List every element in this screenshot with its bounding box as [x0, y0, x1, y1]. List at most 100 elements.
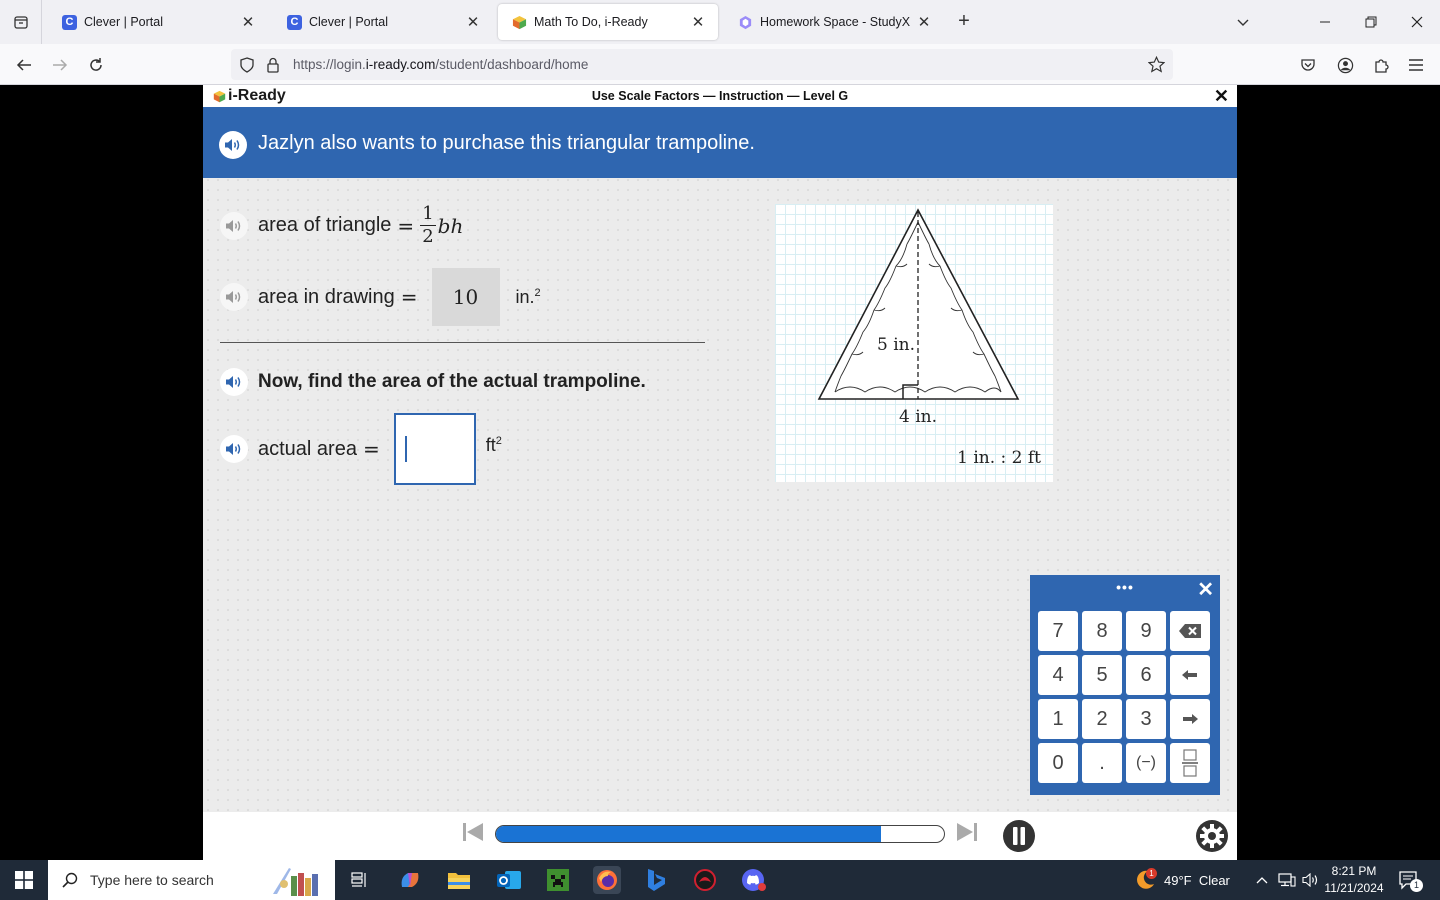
discord-icon [742, 869, 766, 891]
browser-tab-studyx[interactable]: Homework Space - StudyX ✕ [724, 4, 944, 40]
key-6[interactable]: 6 [1126, 655, 1166, 695]
reload-button[interactable] [81, 50, 111, 80]
close-tab-icon[interactable]: ✕ [463, 13, 483, 31]
tab-title: Clever | Portal [309, 15, 388, 29]
skip-back-icon [463, 823, 483, 841]
tray-overflow-button[interactable] [1256, 860, 1268, 900]
taskbar-clock[interactable]: 8:21 PM 11/21/2024 [1318, 863, 1390, 897]
close-window-button[interactable] [1394, 0, 1440, 44]
close-lesson-button[interactable]: ✕ [1214, 85, 1229, 107]
close-tab-icon[interactable]: ✕ [914, 13, 934, 31]
lock-icon[interactable] [266, 57, 280, 73]
browser-tab-clever-1[interactable]: C Clever | Portal ✕ [48, 4, 268, 40]
bing-button[interactable] [642, 866, 670, 894]
key-right[interactable] [1170, 699, 1210, 739]
fraction-icon [1182, 749, 1198, 777]
account-button[interactable] [1330, 50, 1360, 80]
discord-button[interactable] [740, 866, 768, 894]
key-3[interactable]: 3 [1126, 699, 1166, 739]
restore-icon [1365, 16, 1377, 28]
settings-button[interactable] [1195, 819, 1229, 858]
network-button[interactable] [1278, 860, 1296, 900]
close-tab-icon[interactable]: ✕ [238, 13, 258, 31]
answer-audio-button[interactable] [220, 435, 248, 463]
shield-icon[interactable] [239, 56, 255, 73]
file-explorer-button[interactable] [445, 866, 473, 894]
pocket-button[interactable] [1293, 50, 1323, 80]
key-0[interactable]: 0 [1038, 743, 1078, 783]
keypad-keys: 7 8 9 4 5 6 1 2 3 0 . (−) [1038, 611, 1210, 783]
answer-row: actual area = ft2 [220, 413, 502, 485]
key-decimal[interactable]: . [1082, 743, 1122, 783]
start-button[interactable] [0, 860, 48, 900]
back-button[interactable] [9, 50, 39, 80]
key-negative[interactable]: (−) [1126, 743, 1166, 783]
instruction-banner: Jazlyn also wants to purchase this trian… [203, 107, 1237, 178]
key-fraction[interactable] [1170, 743, 1210, 783]
hamburger-icon [1409, 59, 1423, 71]
windows-taskbar: Type here to search 1 49°F Clear 8:21 PM… [0, 860, 1440, 900]
drawing-area-row: area in drawing = 10 in.2 [220, 268, 541, 326]
key-backspace[interactable] [1170, 611, 1210, 651]
key-9[interactable]: 9 [1126, 611, 1166, 651]
actual-area-input[interactable] [393, 413, 476, 485]
lesson-controls [203, 812, 1237, 860]
skip-forward-button[interactable] [955, 820, 979, 849]
key-7[interactable]: 7 [1038, 611, 1078, 651]
key-2[interactable]: 2 [1082, 699, 1122, 739]
clock-time: 8:21 PM [1331, 864, 1377, 878]
copilot-button[interactable] [396, 866, 424, 894]
clever-icon: C [62, 14, 77, 30]
minecraft-button[interactable] [544, 866, 572, 894]
weather-widget[interactable]: 1 49°F Clear [1132, 860, 1230, 900]
notification-count-badge: 1 [1410, 879, 1423, 892]
new-tab-button[interactable]: + [952, 10, 976, 34]
pocket-icon [1301, 59, 1315, 71]
drawing-audio-button[interactable] [220, 283, 248, 311]
browser-tab-iready[interactable]: Math To Do, i-Ready ✕ [498, 4, 718, 40]
lesson-page: i-Ready Use Scale Factors — Instruction … [203, 85, 1237, 860]
firefox-button[interactable] [593, 866, 621, 894]
url-text[interactable]: https://login.i-ready.com/student/dashbo… [293, 57, 588, 72]
tab-list-icon [13, 16, 28, 29]
actual-area-unit: ft2 [485, 435, 502, 455]
menu-button[interactable] [1401, 50, 1431, 80]
key-4[interactable]: 4 [1038, 655, 1078, 695]
key-5[interactable]: 5 [1082, 655, 1122, 695]
keypad-drag-bar[interactable]: ••• ✕ [1030, 575, 1220, 603]
key-1[interactable]: 1 [1038, 699, 1078, 739]
key-8[interactable]: 8 [1082, 611, 1122, 651]
restore-button[interactable] [1348, 0, 1394, 44]
tab-overflow-button[interactable] [1220, 0, 1266, 44]
skip-back-button[interactable] [461, 820, 485, 849]
extensions-button[interactable] [1366, 50, 1396, 80]
task-view-button[interactable] [346, 866, 374, 894]
drag-handle-icon[interactable]: ••• [1030, 579, 1220, 595]
speaker-icon [226, 376, 241, 388]
browser-tab-clever-2[interactable]: C Clever | Portal ✕ [273, 4, 493, 40]
keypad-close-button[interactable]: ✕ [1197, 577, 1214, 602]
forward-button[interactable] [45, 50, 75, 80]
copilot-icon [401, 873, 419, 887]
key-left[interactable] [1170, 655, 1210, 695]
notifications-button[interactable]: 1 [1398, 860, 1423, 900]
account-icon [1337, 57, 1353, 73]
tab-list-button[interactable] [0, 0, 42, 44]
actual-area-label: actual area [258, 437, 357, 460]
prompt-audio-button[interactable] [220, 368, 248, 396]
taskbar-search[interactable]: Type here to search [48, 860, 335, 900]
app-button-red[interactable] [691, 866, 719, 894]
outlook-button[interactable] [495, 866, 523, 894]
outlook-icon [497, 871, 521, 889]
close-tab-icon[interactable]: ✕ [688, 13, 708, 31]
tab-title: Clever | Portal [84, 15, 163, 29]
pause-button[interactable] [1002, 819, 1036, 858]
minimize-button[interactable] [1302, 0, 1348, 44]
bing-icon [648, 869, 665, 891]
address-bar[interactable]: https://login.i-ready.com/student/dashbo… [231, 49, 1173, 80]
bookmark-star-icon[interactable] [1148, 56, 1165, 73]
tab-title: Math To Do, i-Ready [534, 15, 648, 29]
formula-audio-button[interactable] [220, 211, 248, 240]
equals-sign: = [397, 213, 415, 238]
banner-audio-button[interactable] [219, 131, 247, 159]
